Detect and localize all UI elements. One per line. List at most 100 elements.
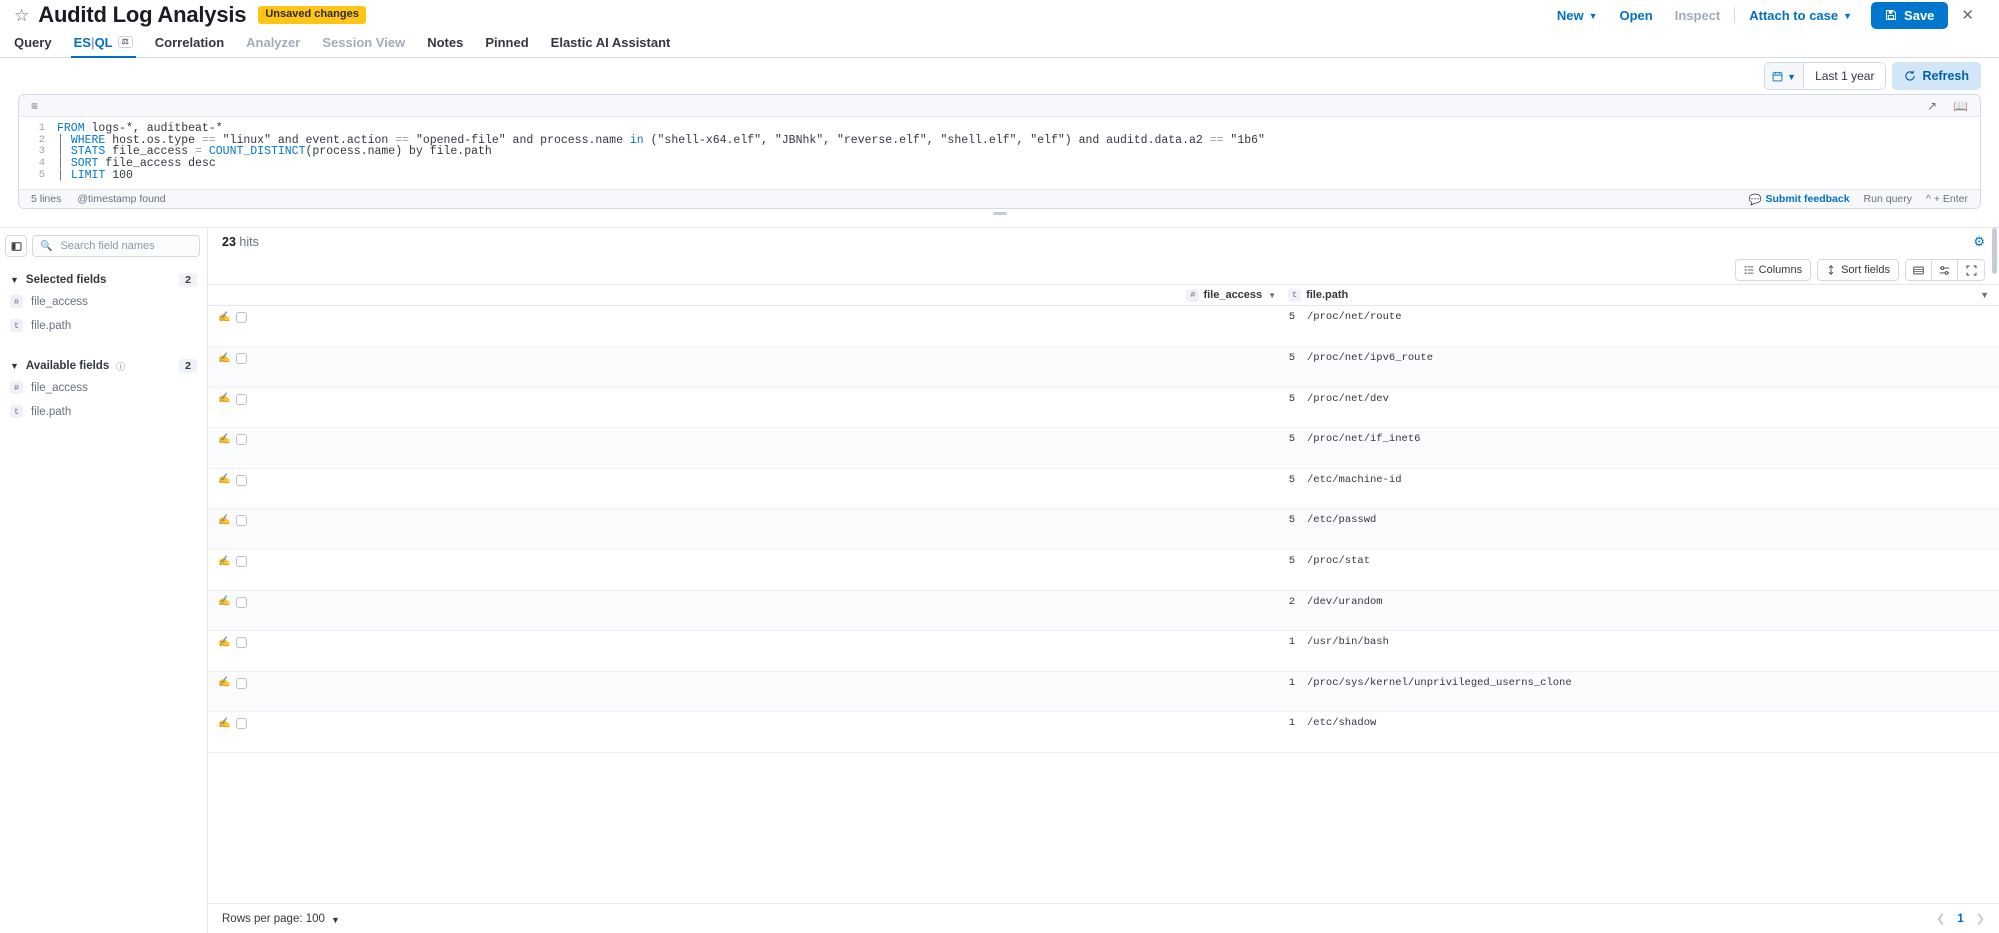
tab-correlation[interactable]: Correlation xyxy=(144,35,235,57)
sidebar-field-file-access-available[interactable]: # file_access xyxy=(0,378,207,397)
chevron-down-icon: ▼ xyxy=(1588,11,1598,21)
info-icon[interactable]: ⓘ xyxy=(116,360,125,373)
expand-row-icon[interactable]: ✍ xyxy=(218,556,230,567)
favorite-star-icon[interactable]: ☆ xyxy=(14,7,29,24)
row-checkbox[interactable] xyxy=(236,353,248,365)
chevron-down-icon: ▼ xyxy=(330,914,340,925)
cell-file-access: 5 xyxy=(1288,352,1295,365)
cell-file-path: /proc/sys/kernel/unprivileged_userns_clo… xyxy=(1307,676,1572,689)
display-options-icon[interactable] xyxy=(1932,260,1958,281)
query-editor-body[interactable]: 1 FROM logs-*, auditbeat-* 2 | WHERE hos… xyxy=(19,117,1980,190)
row-checkbox[interactable] xyxy=(236,312,248,324)
new-button[interactable]: New ▼ xyxy=(1546,8,1609,23)
gear-icon[interactable]: ⚙ xyxy=(1973,234,1985,250)
table-row[interactable]: ✍ 5/proc/stat xyxy=(208,550,1999,591)
expand-row-icon[interactable]: ✍ xyxy=(218,637,230,648)
table-row[interactable]: ✍ 1/usr/bin/bash xyxy=(208,631,1999,672)
expand-row-icon[interactable]: ✍ xyxy=(218,312,230,323)
tab-pinned[interactable]: Pinned xyxy=(474,35,539,57)
row-checkbox[interactable] xyxy=(236,393,248,405)
expand-row-icon[interactable]: ✍ xyxy=(218,515,230,526)
table-row[interactable]: ✍ 1/etc/shadow xyxy=(208,712,1999,753)
page-number-1[interactable]: 1 xyxy=(1957,913,1963,925)
sidebar-field-file-access-selected[interactable]: # file_access xyxy=(0,292,207,311)
open-button[interactable]: Open xyxy=(1609,8,1664,23)
header-actions: New ▼ Open Inspect Attach to case ▼ Save… xyxy=(1546,1,1985,29)
sidebar-field-file-path-available[interactable]: t file.path xyxy=(0,402,207,421)
expand-row-icon[interactable]: ✍ xyxy=(218,475,230,485)
row-checkbox[interactable] xyxy=(236,596,248,608)
section-selected-fields[interactable]: ▼ Selected fields 2 xyxy=(0,273,207,288)
query-history-icon[interactable]: ≡ xyxy=(31,99,38,113)
fields-sidebar: 🔍 0 ▼ Selected fields 2 # fi xyxy=(0,228,208,933)
table-row[interactable]: ✍ 5/proc/net/dev xyxy=(208,388,1999,429)
table-row[interactable]: ✍ 5/etc/passwd xyxy=(208,509,1999,550)
row-controls: ✍ xyxy=(208,509,264,527)
expand-row-icon[interactable]: ✍ xyxy=(218,353,230,364)
editor-resize-handle[interactable] xyxy=(992,212,1007,216)
column-header-label: file_access xyxy=(1203,289,1263,302)
tab-elastic-ai-assistant[interactable]: Elastic AI Assistant xyxy=(540,35,682,57)
row-checkbox[interactable] xyxy=(236,474,248,486)
table-row[interactable]: ✍ 5/proc/net/ipv6_route xyxy=(208,347,1999,388)
cell-file-access: 5 xyxy=(1288,473,1295,486)
save-button[interactable]: Save xyxy=(1871,1,1949,29)
submit-feedback-button[interactable]: 💬 Submit feedback xyxy=(1748,193,1849,206)
grid-rows: ✍ 5/proc/net/route ✍ 5/proc/net/ipv6_route ✍… xyxy=(208,306,1999,903)
toggle-sidebar-button[interactable] xyxy=(5,235,27,258)
table-row[interactable]: ✍ 1/proc/sys/kernel/unprivileged_userns_c… xyxy=(208,671,1999,713)
submit-feedback-label: Submit feedback xyxy=(1765,193,1850,206)
chevron-down-icon[interactable]: ▼ xyxy=(1268,291,1276,300)
table-row[interactable]: ✍ 5/proc/net/if_inet6 xyxy=(208,428,1999,469)
attach-to-case-button[interactable]: Attach to case ▼ xyxy=(1738,8,1863,23)
cell-file-access: 1 xyxy=(1288,636,1295,649)
field-name: file.path xyxy=(31,319,72,332)
refresh-button[interactable]: Refresh xyxy=(1892,62,1981,90)
row-checkbox[interactable] xyxy=(236,556,248,567)
expand-row-icon[interactable]: ✍ xyxy=(218,718,230,729)
grid-header-collapse-icon[interactable]: ▼ xyxy=(1980,290,1999,300)
sidebar-field-file-path-selected[interactable]: t file.path xyxy=(0,316,207,335)
columns-button[interactable]: Columns xyxy=(1734,259,1812,282)
cell-file-access: 5 xyxy=(1288,311,1295,324)
tab-notes[interactable]: Notes xyxy=(416,35,474,57)
search-input[interactable] xyxy=(57,240,199,253)
expand-editor-icon[interactable]: ↗ xyxy=(1927,99,1937,113)
next-page-button[interactable]: ❯ xyxy=(1976,912,1985,925)
rows-per-page-selector[interactable]: Rows per page: 100 ▼ xyxy=(222,913,340,925)
close-icon[interactable]: ✕ xyxy=(1948,6,1985,24)
tab-query[interactable]: Query xyxy=(14,35,63,57)
vertical-scrollbar[interactable] xyxy=(1992,228,1997,275)
row-height-icon[interactable] xyxy=(1906,260,1932,281)
header-divider xyxy=(1734,7,1736,23)
tab-esql[interactable]: ES|QL ⚖ xyxy=(63,35,144,58)
column-header-file-access[interactable]: # file_access ▼ xyxy=(1184,288,1280,302)
field-search-box[interactable]: 🔍 0 xyxy=(32,235,200,258)
documentation-icon[interactable]: 📖 xyxy=(1953,99,1968,113)
row-checkbox[interactable] xyxy=(236,677,248,689)
section-available-fields[interactable]: ▼ Available fields ⓘ 2 xyxy=(0,359,207,374)
fullscreen-icon[interactable] xyxy=(1958,260,1984,281)
row-checkbox[interactable] xyxy=(236,434,248,446)
sidebar-toggle-icon xyxy=(11,242,21,251)
calendar-icon-button[interactable]: ▼ xyxy=(1765,63,1805,89)
expand-row-icon[interactable]: ✍ xyxy=(218,394,230,404)
expand-row-icon[interactable]: ✍ xyxy=(218,597,230,607)
date-picker[interactable]: ▼ Last 1 year xyxy=(1764,62,1887,90)
tab-session-view-label: Session View xyxy=(322,35,406,50)
text-field-icon: t xyxy=(10,405,23,419)
table-row[interactable]: ✍ 5/proc/net/route xyxy=(208,306,1999,348)
editor-line-count: 5 lines xyxy=(31,193,62,206)
pagination: ❮ 1 ❯ xyxy=(1936,912,1985,926)
table-row[interactable]: ✍ 5/etc/machine-id xyxy=(208,469,1999,510)
previous-page-button[interactable]: ❮ xyxy=(1936,912,1945,925)
row-checkbox[interactable] xyxy=(236,718,248,730)
table-row[interactable]: ✍ 2/dev/urandom xyxy=(208,590,1999,632)
expand-row-icon[interactable]: ✍ xyxy=(218,434,230,445)
column-header-file-path[interactable]: t file.path xyxy=(1280,288,1980,302)
date-range-value[interactable]: Last 1 year xyxy=(1804,69,1885,83)
expand-row-icon[interactable]: ✍ xyxy=(218,678,230,688)
row-checkbox[interactable] xyxy=(236,637,248,649)
sort-fields-button[interactable]: Sort fields xyxy=(1817,259,1899,282)
row-checkbox[interactable] xyxy=(236,515,248,527)
